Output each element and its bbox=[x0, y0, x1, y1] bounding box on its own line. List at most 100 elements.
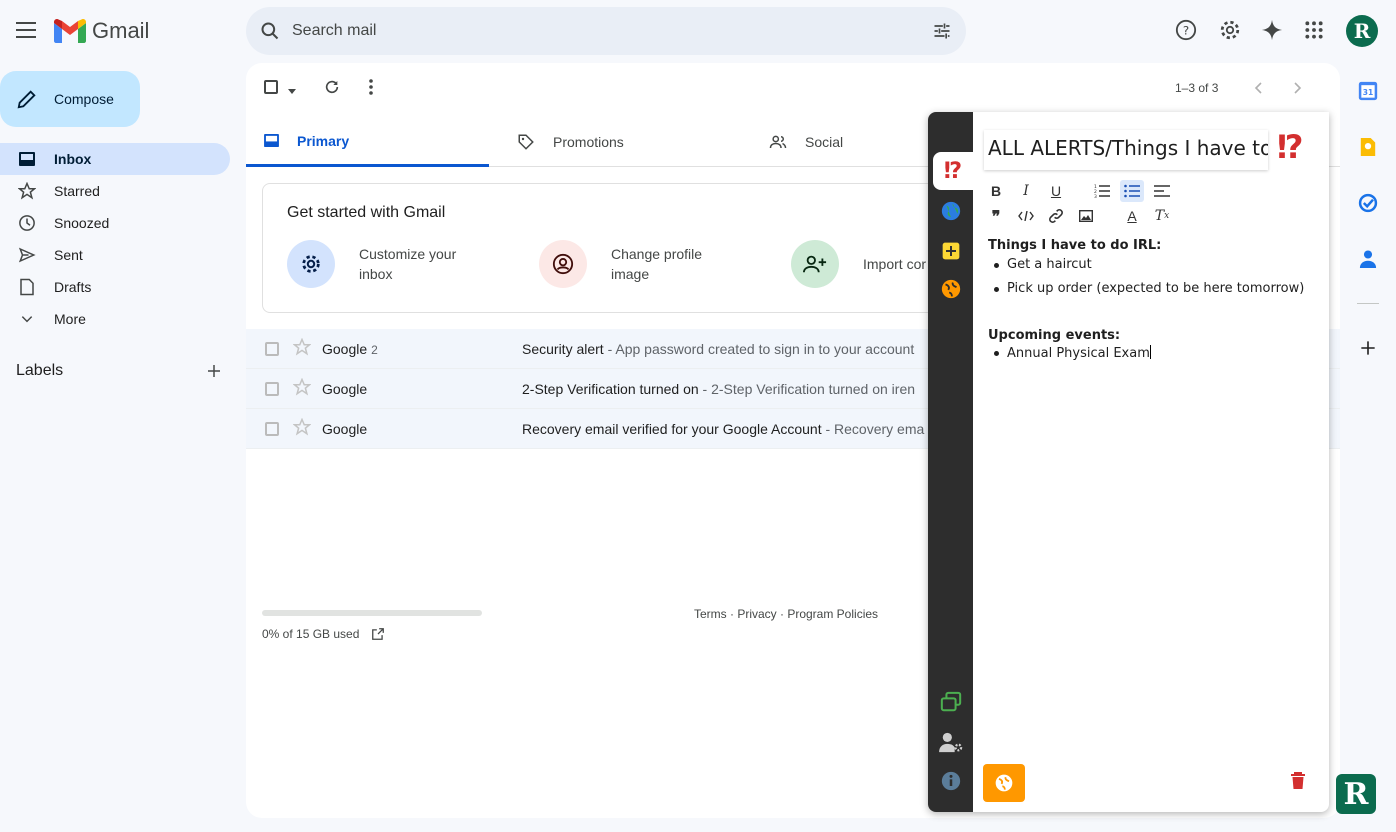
sidebar-item-label: Sent bbox=[54, 247, 83, 263]
section-heading: Upcoming events: bbox=[988, 328, 1121, 343]
notes-extension-badge[interactable]: R bbox=[1336, 774, 1376, 814]
link-button[interactable] bbox=[1044, 205, 1068, 227]
quote-button[interactable]: ❞ bbox=[984, 205, 1008, 227]
main-menu-button[interactable] bbox=[16, 22, 36, 38]
sidebar-item-label: Drafts bbox=[54, 279, 92, 295]
star-icon[interactable] bbox=[292, 417, 312, 439]
row-checkbox[interactable] bbox=[265, 421, 279, 436]
code-button[interactable] bbox=[1014, 205, 1038, 227]
gmail-m-icon bbox=[54, 19, 86, 43]
sender-name: Google bbox=[322, 340, 368, 357]
refresh-icon[interactable] bbox=[324, 79, 340, 100]
tab-label: Promotions bbox=[553, 134, 624, 150]
footer-links[interactable]: Terms · Privacy · Program Policies bbox=[694, 607, 878, 621]
sidebar-item-starred[interactable]: Starred bbox=[0, 175, 230, 207]
select-dropdown-icon[interactable] bbox=[287, 83, 297, 101]
open-external-icon[interactable] bbox=[371, 627, 385, 641]
sidebar-item-more[interactable]: More bbox=[0, 303, 230, 335]
sidebar-item-sent[interactable]: Sent bbox=[0, 239, 230, 271]
text-cursor bbox=[1149, 345, 1151, 359]
keep-icon[interactable] bbox=[1356, 135, 1380, 159]
snippet: - 2-Step Verification turned on iren bbox=[698, 380, 916, 397]
svg-text:31: 31 bbox=[1363, 88, 1373, 97]
star-icon bbox=[18, 182, 36, 200]
change-profile-item[interactable]: Change profile image bbox=[539, 240, 741, 288]
windows-icon[interactable] bbox=[936, 687, 966, 717]
subject-line: Security alert - App password created to… bbox=[522, 341, 914, 357]
sidebar-item-snoozed[interactable]: Snoozed bbox=[0, 207, 230, 239]
help-icon[interactable]: ? bbox=[1174, 18, 1198, 42]
compose-button[interactable]: Compose bbox=[0, 71, 140, 127]
more-options-icon[interactable] bbox=[368, 79, 374, 100]
clock-icon bbox=[18, 214, 36, 232]
select-all-checkbox[interactable] bbox=[264, 80, 278, 99]
settings-gear-icon[interactable] bbox=[1218, 18, 1242, 42]
send-icon bbox=[18, 246, 36, 264]
tab-primary[interactable]: Primary bbox=[246, 117, 489, 167]
draft-icon bbox=[18, 278, 36, 296]
gmail-logo[interactable]: Gmail bbox=[54, 18, 149, 44]
tab-label: Primary bbox=[297, 132, 350, 149]
star-icon[interactable] bbox=[292, 377, 312, 399]
tab-label: Social bbox=[805, 134, 844, 150]
sidebar-item-label: More bbox=[54, 311, 86, 327]
subject-line: 2-Step Verification turned on - 2-Step V… bbox=[522, 381, 915, 397]
bold-button[interactable]: B bbox=[984, 180, 1008, 202]
trash-icon[interactable] bbox=[1290, 772, 1306, 795]
note-tab-globe[interactable] bbox=[936, 196, 966, 226]
globe-icon bbox=[941, 201, 961, 221]
tasks-icon[interactable] bbox=[1356, 191, 1380, 215]
search-options-icon[interactable] bbox=[932, 21, 952, 41]
note-title-input[interactable]: ALL ALERTS/Things I have to bbox=[984, 130, 1268, 170]
get-started-card: Get started with Gmail Customize your in… bbox=[262, 183, 983, 313]
italic-button[interactable]: I bbox=[1014, 180, 1038, 202]
list-item: Pick up order (expected to be here tomor… bbox=[992, 281, 1318, 296]
note-tab-orange-globe[interactable] bbox=[936, 274, 966, 304]
calendar-icon[interactable]: 31 bbox=[1356, 79, 1380, 103]
bullet-list: Annual Physical Exam bbox=[992, 345, 1318, 361]
info-icon[interactable] bbox=[936, 766, 966, 796]
share-web-button[interactable] bbox=[983, 764, 1025, 802]
gemini-sparkle-icon[interactable] bbox=[1260, 18, 1284, 42]
inbox-icon bbox=[18, 150, 36, 168]
align-button[interactable] bbox=[1150, 180, 1174, 202]
chevron-down-icon bbox=[18, 310, 36, 328]
star-icon[interactable] bbox=[292, 337, 312, 359]
bulleted-list-button[interactable] bbox=[1120, 180, 1144, 202]
gmail-logo-text: Gmail bbox=[92, 18, 150, 43]
prev-page-icon[interactable] bbox=[1254, 81, 1262, 99]
search-icon[interactable] bbox=[260, 21, 280, 41]
customize-inbox-item[interactable]: Customize your inbox bbox=[287, 240, 489, 288]
image-button[interactable] bbox=[1074, 205, 1098, 227]
row-checkbox[interactable] bbox=[265, 381, 279, 396]
row-checkbox[interactable] bbox=[265, 341, 279, 356]
text-color-button[interactable]: A bbox=[1120, 205, 1144, 227]
sidebar-item-drafts[interactable]: Drafts bbox=[0, 271, 230, 303]
notes-sidebar: ⁉ bbox=[928, 112, 973, 812]
search-input[interactable]: Search mail bbox=[292, 22, 932, 40]
contacts-icon[interactable] bbox=[1356, 247, 1380, 271]
sender-name: Google bbox=[322, 380, 368, 397]
note-tab-add[interactable] bbox=[936, 236, 966, 266]
sender: Google bbox=[322, 421, 367, 437]
clear-format-button[interactable]: Tx bbox=[1150, 205, 1174, 227]
align-left-icon bbox=[1154, 185, 1170, 197]
sidebar-item-inbox[interactable]: Inbox bbox=[0, 143, 230, 175]
thread-count: 2 bbox=[371, 342, 378, 357]
account-avatar[interactable]: R bbox=[1346, 15, 1378, 47]
note-emoji-icon[interactable]: ⁉ bbox=[1277, 128, 1304, 166]
labels-heading: Labels bbox=[16, 362, 64, 379]
numbered-list-button[interactable]: 123 bbox=[1090, 180, 1114, 202]
add-label-plus-icon[interactable] bbox=[206, 363, 222, 379]
next-page-icon[interactable] bbox=[1294, 81, 1302, 99]
underline-button[interactable]: U bbox=[1044, 180, 1068, 202]
profile-icon bbox=[539, 240, 587, 288]
apps-grid-icon[interactable] bbox=[1302, 18, 1326, 42]
pencil-icon bbox=[17, 90, 36, 109]
search-bar[interactable]: Search mail bbox=[246, 7, 966, 55]
note-tab-alerts[interactable]: ⁉ bbox=[933, 152, 973, 190]
get-addons-plus-icon[interactable] bbox=[1356, 336, 1380, 360]
note-body-editor[interactable]: Things I have to do IRL: Get a haircut P… bbox=[988, 238, 1318, 370]
tab-promotions[interactable]: Promotions bbox=[499, 117, 742, 167]
user-settings-icon[interactable] bbox=[936, 727, 966, 757]
